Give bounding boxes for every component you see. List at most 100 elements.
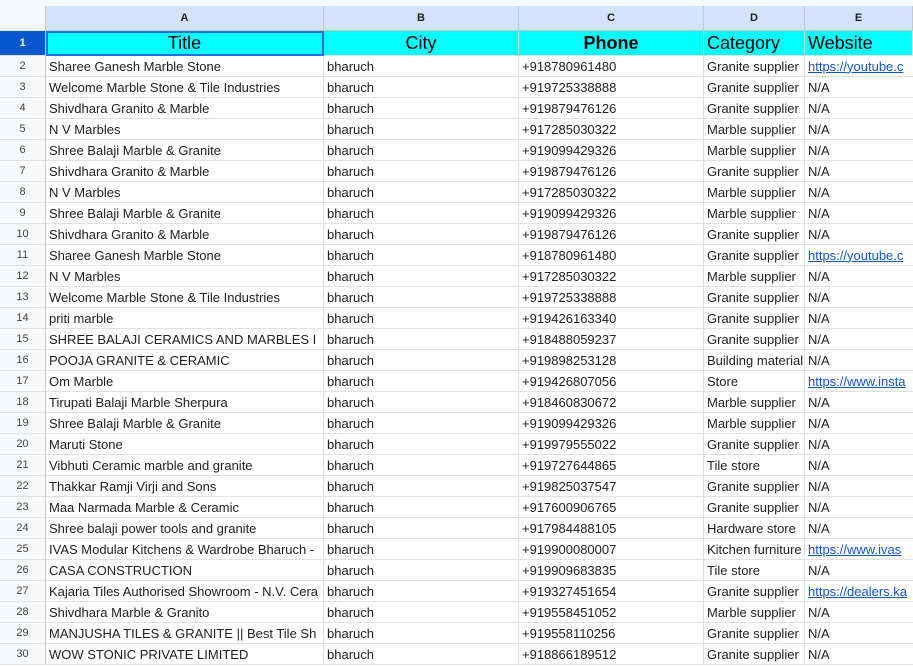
- cell-phone[interactable]: +919879476126: [519, 161, 704, 182]
- cell-website[interactable]: N/A: [805, 560, 913, 581]
- cell-category[interactable]: Granite supplier: [704, 56, 805, 77]
- cell-city[interactable]: bharuch: [324, 266, 519, 287]
- cell-title[interactable]: Sharee Ganesh Marble Stone: [46, 56, 324, 77]
- row-number[interactable]: 22: [0, 476, 46, 497]
- cell-phone[interactable]: +919327451654: [519, 581, 704, 602]
- cell-title[interactable]: Shree Balaji Marble & Granite: [46, 203, 324, 224]
- cell-website[interactable]: N/A: [805, 476, 913, 497]
- row-number[interactable]: 6: [0, 140, 46, 161]
- row-number[interactable]: 26: [0, 560, 46, 581]
- cell-category[interactable]: Granite supplier: [704, 245, 805, 266]
- cell-city[interactable]: bharuch: [324, 56, 519, 77]
- cell-city[interactable]: bharuch: [324, 392, 519, 413]
- cell-title[interactable]: Thakkar Ramji Virji and Sons: [46, 476, 324, 497]
- cell-category[interactable]: Hardware store: [704, 518, 805, 539]
- cell-title[interactable]: Sharee Ganesh Marble Stone: [46, 245, 324, 266]
- cell-phone[interactable]: +917600906765: [519, 497, 704, 518]
- row-number[interactable]: 1: [0, 31, 46, 56]
- cell-phone[interactable]: +919898253128: [519, 350, 704, 371]
- cell-city[interactable]: bharuch: [324, 602, 519, 623]
- cell-phone[interactable]: +919909683835: [519, 560, 704, 581]
- row-number[interactable]: 16: [0, 350, 46, 371]
- cell-city[interactable]: bharuch: [324, 455, 519, 476]
- cell-phone[interactable]: +919099429326: [519, 140, 704, 161]
- row-number[interactable]: 7: [0, 161, 46, 182]
- row-number[interactable]: 15: [0, 329, 46, 350]
- cell-title[interactable]: CASA CONSTRUCTION: [46, 560, 324, 581]
- cell-phone[interactable]: +919558451052: [519, 602, 704, 623]
- row-number[interactable]: 18: [0, 392, 46, 413]
- cell-category[interactable]: Marble supplier: [704, 182, 805, 203]
- cell-website[interactable]: N/A: [805, 497, 913, 518]
- cell-website[interactable]: N/A: [805, 413, 913, 434]
- cell-title-header[interactable]: Title: [46, 31, 324, 56]
- row-number[interactable]: 11: [0, 245, 46, 266]
- cell-website[interactable]: https://youtube.c: [805, 56, 913, 77]
- cell-website[interactable]: N/A: [805, 455, 913, 476]
- row-number[interactable]: 2: [0, 56, 46, 77]
- cell-city[interactable]: bharuch: [324, 329, 519, 350]
- cell-website[interactable]: N/A: [805, 308, 913, 329]
- cell-title[interactable]: WOW STONIC PRIVATE LIMITED: [46, 644, 324, 665]
- row-number[interactable]: 21: [0, 455, 46, 476]
- website-link[interactable]: https://www.ivas: [808, 542, 901, 557]
- cell-phone[interactable]: +917984488105: [519, 518, 704, 539]
- cell-category[interactable]: Marble supplier: [704, 203, 805, 224]
- cell-website[interactable]: N/A: [805, 182, 913, 203]
- cell-city[interactable]: bharuch: [324, 245, 519, 266]
- cell-website[interactable]: N/A: [805, 203, 913, 224]
- column-header-c[interactable]: C: [519, 6, 704, 31]
- cell-category[interactable]: Granite supplier: [704, 434, 805, 455]
- cell-category[interactable]: Granite supplier: [704, 224, 805, 245]
- cell-city[interactable]: bharuch: [324, 413, 519, 434]
- cell-title[interactable]: Om Marble: [46, 371, 324, 392]
- cell-city[interactable]: bharuch: [324, 161, 519, 182]
- cell-website[interactable]: N/A: [805, 224, 913, 245]
- cell-phone[interactable]: +918488059237: [519, 329, 704, 350]
- cell-category[interactable]: Kitchen furniture: [704, 539, 805, 560]
- row-number[interactable]: 13: [0, 287, 46, 308]
- cell-phone[interactable]: +919558110256: [519, 623, 704, 644]
- cell-category[interactable]: Granite supplier: [704, 161, 805, 182]
- cell-category[interactable]: Granite supplier: [704, 329, 805, 350]
- website-link[interactable]: https://youtube.c: [808, 59, 903, 74]
- cell-title[interactable]: Shivdhara Granito & Marble: [46, 224, 324, 245]
- cell-title[interactable]: priti marble: [46, 308, 324, 329]
- cell-title[interactable]: Tirupati Balaji Marble Sherpura: [46, 392, 324, 413]
- cell-phone[interactable]: +919879476126: [519, 98, 704, 119]
- cell-category-header[interactable]: Category: [704, 31, 805, 56]
- cell-city[interactable]: bharuch: [324, 539, 519, 560]
- cell-website[interactable]: N/A: [805, 350, 913, 371]
- cell-city[interactable]: bharuch: [324, 644, 519, 665]
- cell-title[interactable]: IVAS Modular Kitchens & Wardrobe Bharuch…: [46, 539, 324, 560]
- cell-title[interactable]: Maa Narmada Marble & Ceramic: [46, 497, 324, 518]
- cell-category[interactable]: Marble supplier: [704, 119, 805, 140]
- cell-website[interactable]: N/A: [805, 329, 913, 350]
- cell-category[interactable]: Granite supplier: [704, 581, 805, 602]
- cell-city[interactable]: bharuch: [324, 77, 519, 98]
- cell-title[interactable]: Welcome Marble Stone & Tile Industries: [46, 287, 324, 308]
- cell-phone[interactable]: +917285030322: [519, 182, 704, 203]
- cell-category[interactable]: Granite supplier: [704, 497, 805, 518]
- cell-city[interactable]: bharuch: [324, 476, 519, 497]
- cell-title[interactable]: Shivdhara Marble & Granito: [46, 602, 324, 623]
- cell-city[interactable]: bharuch: [324, 182, 519, 203]
- cell-phone[interactable]: +918866189512: [519, 644, 704, 665]
- cell-phone[interactable]: +919727644865: [519, 455, 704, 476]
- cell-phone[interactable]: +919426163340: [519, 308, 704, 329]
- row-number[interactable]: 12: [0, 266, 46, 287]
- cell-phone[interactable]: +919979555022: [519, 434, 704, 455]
- cell-phone[interactable]: +918780961480: [519, 245, 704, 266]
- cell-website[interactable]: N/A: [805, 392, 913, 413]
- column-header-b[interactable]: B: [324, 6, 519, 31]
- cell-title[interactable]: MANJUSHA TILES & GRANITE || Best Tile Sh: [46, 623, 324, 644]
- column-header-e[interactable]: E: [805, 6, 913, 31]
- cell-title[interactable]: Shree balaji power tools and granite: [46, 518, 324, 539]
- cell-website[interactable]: https://youtube.c: [805, 245, 913, 266]
- cell-website-header[interactable]: Website: [805, 31, 913, 56]
- cell-city[interactable]: bharuch: [324, 119, 519, 140]
- row-number[interactable]: 28: [0, 602, 46, 623]
- cell-title[interactable]: SHREE BALAJI CERAMICS AND MARBLES I: [46, 329, 324, 350]
- cell-website[interactable]: N/A: [805, 602, 913, 623]
- cell-website[interactable]: N/A: [805, 266, 913, 287]
